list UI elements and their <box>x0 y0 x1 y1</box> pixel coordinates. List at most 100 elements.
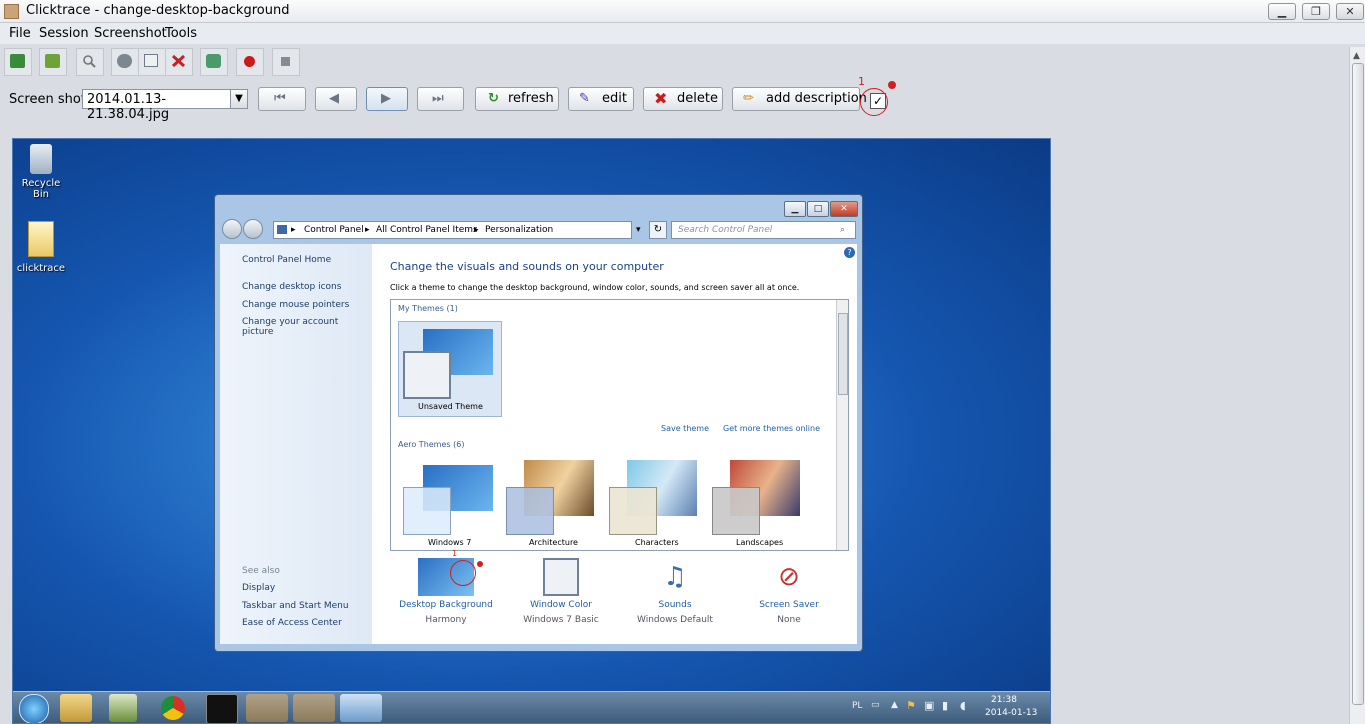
screenshot-canvas: Recycle Bin clicktrace ▁ □ ✕ ▸ Control P… <box>12 138 1051 724</box>
link-change-mouse-pointers[interactable]: Change mouse pointers <box>242 300 349 310</box>
keyboard-icon[interactable]: ▭ <box>871 700 880 710</box>
next-screenshot-button[interactable]: ▶ <box>366 87 408 111</box>
cp-maximize-button[interactable]: □ <box>807 201 829 217</box>
open-session-button[interactable] <box>39 48 67 76</box>
screen-saver-title[interactable]: Screen Saver <box>734 600 844 610</box>
notepad-taskbar-icon[interactable] <box>109 694 137 722</box>
desktop-background-title[interactable]: Desktop Background <box>391 600 501 610</box>
screenshot-label: Screen shot <box>9 92 86 107</box>
breadcrumb-all-items[interactable]: All Control Panel Items <box>376 222 478 238</box>
desktop-background-item[interactable]: Desktop Background Harmony <box>391 558 501 625</box>
cp-close-button[interactable]: ✕ <box>830 201 858 217</box>
last-screenshot-button[interactable]: ⏭ <box>417 87 464 111</box>
tray-expand-icon[interactable]: ▲ <box>891 700 898 710</box>
scrollbar-thumb[interactable] <box>1352 63 1364 705</box>
help-icon[interactable]: ? <box>844 247 855 258</box>
clicktrace-taskbar-icon[interactable] <box>246 694 288 722</box>
link-change-account-picture[interactable]: Change your account picture <box>242 317 372 337</box>
breadcrumb-personalization[interactable]: Personalization <box>485 222 553 238</box>
pencil-icon: ✏ <box>743 91 754 106</box>
link-display[interactable]: Display <box>242 583 275 593</box>
action-center-icon[interactable]: ⚑ <box>906 699 916 712</box>
scrollbar-thumb[interactable] <box>838 313 848 395</box>
link-change-desktop-icons[interactable]: Change desktop icons <box>242 282 341 292</box>
search-icon[interactable]: ⌕ <box>840 222 845 238</box>
screenshot-select-value: 2014.01.13-21.38.04.jpg <box>87 92 170 122</box>
stop-icon <box>281 57 290 66</box>
previous-screenshot-button[interactable]: ◀ <box>315 87 357 111</box>
delete-session-button[interactable] <box>165 48 193 76</box>
first-screenshot-button[interactable]: ⏮ <box>258 87 306 111</box>
refresh-address-button[interactable]: ↻ <box>649 221 667 239</box>
control-panel-taskbar-icon[interactable] <box>340 694 382 722</box>
refresh-button-label: refresh <box>508 91 554 106</box>
new-session-icon <box>10 54 25 68</box>
theme-architecture[interactable]: Architecture <box>504 460 599 550</box>
close-button[interactable]: ✕ <box>1336 3 1364 20</box>
menu-screenshot[interactable]: Screenshot <box>94 26 167 41</box>
theme-landscapes[interactable]: Landscapes <box>710 460 805 550</box>
sounds-icon: ♫ <box>663 562 687 592</box>
edit-button[interactable]: ✎ edit <box>568 87 634 111</box>
desktop-icon-clicktrace[interactable]: clicktrace <box>13 221 69 274</box>
screenshot-select[interactable]: 2014.01.13-21.38.04.jpg ▼ <box>82 89 248 122</box>
volume-icon[interactable]: ◖ <box>960 699 966 712</box>
chevron-down-icon[interactable]: ▼ <box>230 90 247 108</box>
cmd-taskbar-icon[interactable] <box>206 694 238 723</box>
search-input[interactable]: Search Control Panel ⌕ <box>671 221 856 239</box>
chrome-taskbar-icon[interactable] <box>161 696 185 720</box>
theme-label: Landscapes <box>736 538 784 547</box>
new-session-button[interactable] <box>4 48 32 76</box>
minimize-button[interactable]: ▁ <box>1268 3 1296 20</box>
themes-scrollbar[interactable] <box>836 300 848 550</box>
menu-tools[interactable]: Tools <box>165 26 197 41</box>
clock-time[interactable]: 21:38 <box>991 695 1017 705</box>
address-bar[interactable]: ▸ Control Panel ▸ All Control Panel Item… <box>273 221 641 239</box>
save-theme-link[interactable]: Save theme <box>661 424 709 433</box>
link-ease-of-access[interactable]: Ease of Access Center <box>242 618 342 628</box>
refresh-button[interactable]: ↻ refresh <box>475 87 559 111</box>
sounds-item[interactable]: ♫ Sounds Windows Default <box>620 558 730 625</box>
breadcrumb-control-panel[interactable]: Control Panel <box>304 222 364 238</box>
menu-session[interactable]: Session <box>39 26 89 41</box>
refresh-session-button[interactable] <box>200 48 228 76</box>
language-indicator[interactable]: PL <box>852 701 862 711</box>
export-button[interactable] <box>138 48 166 76</box>
window-color-title[interactable]: Window Color <box>506 600 616 610</box>
theme-unsaved[interactable]: Unsaved Theme <box>398 321 502 417</box>
delete-button[interactable]: ✖ delete <box>643 87 723 111</box>
window-color-item[interactable]: Window Color Windows 7 Basic <box>506 558 616 625</box>
clock-date[interactable]: 2014-01-13 <box>985 708 1037 718</box>
cp-minimize-button[interactable]: ▁ <box>784 201 806 217</box>
network-icon[interactable]: ▮ <box>942 699 948 712</box>
link-control-panel-home[interactable]: Control Panel Home <box>242 255 331 265</box>
theme-characters[interactable]: Characters <box>607 460 702 550</box>
stop-button[interactable] <box>272 48 300 76</box>
start-button[interactable] <box>19 694 49 723</box>
screen-saver-icon: ⊘ <box>778 562 800 592</box>
search-button[interactable] <box>76 48 104 76</box>
settings-button[interactable] <box>111 48 139 76</box>
scroll-up-icon[interactable]: ▲ <box>1353 51 1360 61</box>
theme-label: Windows 7 <box>428 538 472 547</box>
desktop-icon-recycle-bin[interactable]: Recycle Bin <box>13 144 69 200</box>
window-color-value: Windows 7 Basic <box>523 615 599 625</box>
link-taskbar-start-menu[interactable]: Taskbar and Start Menu <box>242 601 349 611</box>
get-more-themes-link[interactable]: Get more themes online <box>723 424 820 433</box>
device-icon[interactable]: ▣ <box>924 699 934 712</box>
arrow-left-icon: ◀ <box>329 91 339 106</box>
theme-windows7[interactable]: Windows 7 <box>401 465 496 550</box>
add-description-button[interactable]: ✏ add description <box>732 87 867 111</box>
explorer-taskbar-icon[interactable] <box>60 694 92 722</box>
restore-button[interactable]: ❐ <box>1302 3 1330 20</box>
back-button[interactable] <box>222 219 242 239</box>
clicktrace-taskbar-icon[interactable] <box>293 694 335 722</box>
menu-file[interactable]: File <box>9 26 31 41</box>
sounds-title[interactable]: Sounds <box>620 600 730 610</box>
forward-button[interactable] <box>243 219 263 239</box>
screen-saver-item[interactable]: ⊘ Screen Saver None <box>734 558 844 625</box>
main-vertical-scrollbar[interactable]: ▲ <box>1349 47 1365 724</box>
record-button[interactable] <box>236 48 264 76</box>
edit-icon: ✎ <box>579 91 590 106</box>
chevron-down-icon[interactable]: ▾ <box>636 222 641 238</box>
